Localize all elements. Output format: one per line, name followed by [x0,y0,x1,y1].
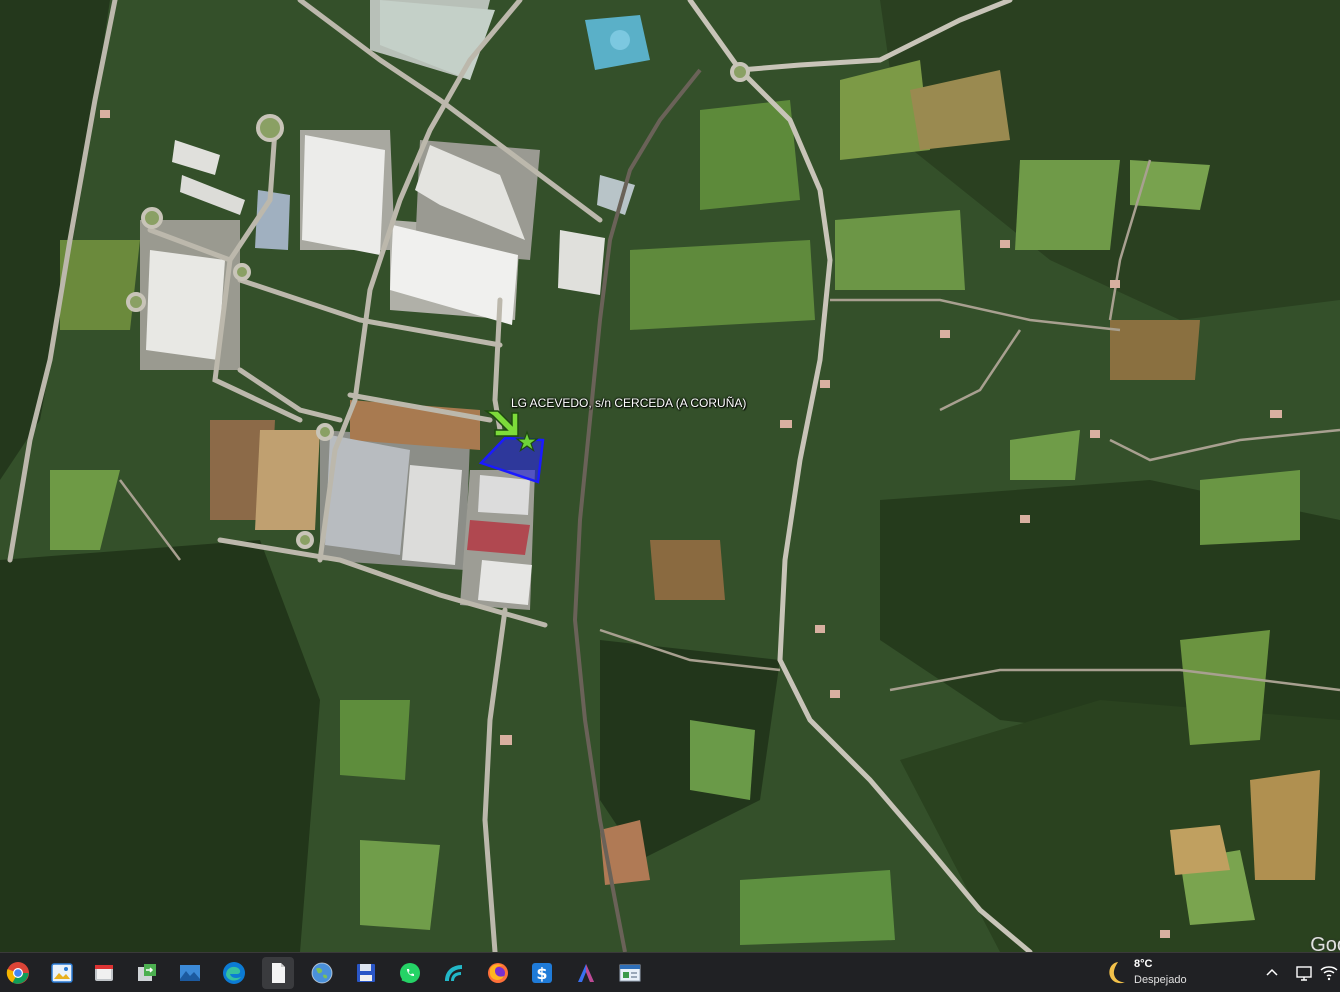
whatsapp-icon [400,963,420,983]
taskbar: $ 8°C Despejado [0,952,1340,992]
taskbar-edge[interactable] [218,957,250,989]
taskbar-transfer[interactable] [131,957,163,989]
a-app-icon [578,964,594,982]
chrome-icon [6,962,29,984]
edge-icon [223,962,245,984]
taskbar-s-app[interactable]: $ [526,957,558,989]
display-icon [1296,966,1312,981]
taskbar-firefox[interactable] [482,957,514,989]
show-hidden-icons-button[interactable] [1258,957,1286,989]
taskbar-document[interactable] [262,957,294,989]
google-earth-icon [311,962,333,984]
placemark-label[interactable]: LG ACEVEDO, s/n CERCEDA (A CORUÑA) [511,396,746,410]
moon-icon [1109,962,1125,984]
taskbar-a-app[interactable] [570,957,602,989]
placemark-overlay[interactable] [0,0,1340,952]
wifi-icon [1320,966,1338,981]
window-app-icon [619,964,641,982]
taskbar-window-app[interactable] [614,957,646,989]
file-explorer-icon [95,965,113,981]
chevron-up-icon [1266,968,1278,976]
firefox-icon [488,963,508,983]
taskbar-floppy-disk[interactable] [350,957,382,989]
transfer-icon [138,964,156,981]
wave-app-icon [445,965,462,981]
photos-icon [51,963,73,983]
document-icon [272,963,285,983]
taskbar-photos[interactable] [46,957,78,989]
taskbar-google-earth[interactable] [306,957,338,989]
arrow-icon [483,410,519,437]
landscape-image-icon [180,965,200,981]
taskbar-chrome[interactable] [2,957,34,989]
weather-condition: Despejado [1134,974,1187,986]
satellite-map[interactable]: LG ACEVEDO, s/n CERCEDA (A CORUÑA) Goo [0,0,1340,952]
map-watermark: Goo [1310,934,1340,952]
network-button[interactable] [1318,957,1340,989]
taskbar-file-explorer[interactable] [88,957,120,989]
s-app-icon: $ [532,963,552,983]
display-button[interactable] [1290,957,1318,989]
floppy-disk-icon [357,964,375,982]
taskbar-whatsapp[interactable] [394,957,426,989]
taskbar-wave-app[interactable] [438,957,470,989]
weather-temperature: 8°C [1134,958,1153,970]
taskbar-landscape-image[interactable] [174,957,206,989]
parcel-polygon[interactable] [478,436,545,484]
svg-text:$: $ [536,964,547,983]
